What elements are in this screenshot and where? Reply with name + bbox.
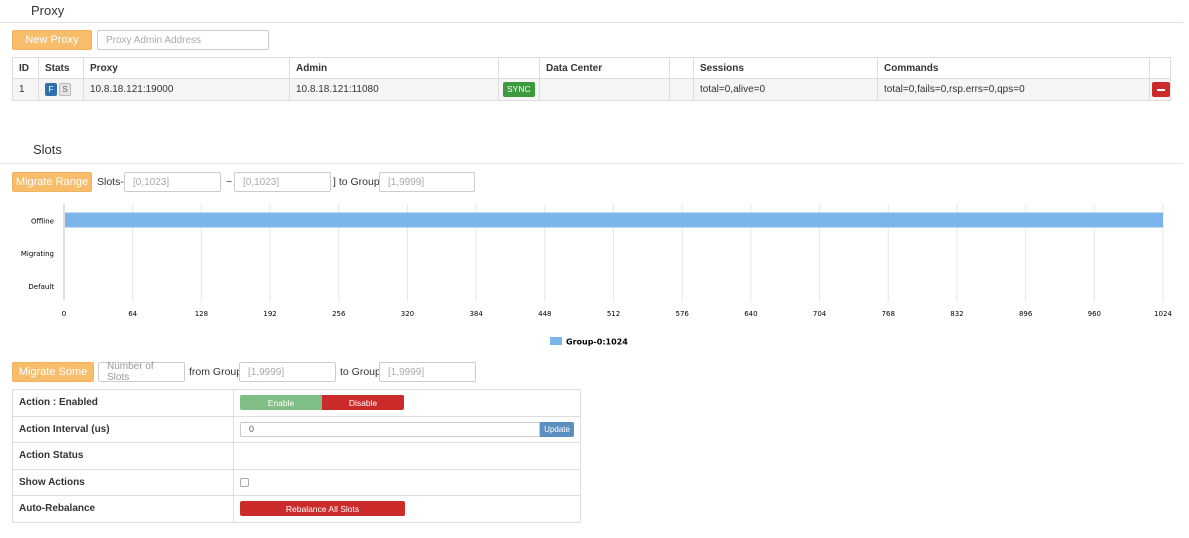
chart-legend[interactable]: Group-0:1024 xyxy=(550,337,628,347)
x-tick-labels: 0 64 128 192 256 320 384 448 512 576 640 704 768 832 8… xyxy=(62,310,1173,318)
stats-f-button[interactable]: F xyxy=(45,83,57,96)
show-actions-controls xyxy=(233,468,581,496)
auto-rebalance-row: Auto-Rebalance Rebalance All Slots xyxy=(12,495,581,523)
legend-label[interactable]: Group-0:1024 xyxy=(566,338,628,347)
number-of-slots-input[interactable]: Number of Slots xyxy=(98,361,185,383)
chart-bars xyxy=(65,212,1163,228)
proxy-admin-address-input[interactable]: Proxy Admin Address xyxy=(97,30,269,50)
col-header-remove xyxy=(1149,57,1171,79)
slots-divider xyxy=(0,163,1183,164)
x-tick-label: 576 xyxy=(676,310,690,318)
show-actions-row: Show Actions xyxy=(12,468,581,496)
from-group-input[interactable]: [1,9999] xyxy=(239,362,336,382)
remove-proxy-button[interactable] xyxy=(1152,82,1170,97)
sync-button[interactable]: SYNC xyxy=(503,82,535,97)
proxy-blank-cell xyxy=(669,78,694,101)
migrate-range-button[interactable]: Migrate Range xyxy=(12,172,92,192)
proxy-sync-cell: SYNC xyxy=(498,78,540,101)
col-header-sessions: Sessions xyxy=(693,57,878,79)
legend-swatch xyxy=(550,337,562,345)
range-start-input[interactable]: [0,1023] xyxy=(124,172,221,192)
migrate-some-button[interactable]: Migrate Some xyxy=(12,362,94,382)
proxy-address-cell: 10.8.18.121:19000 xyxy=(83,78,290,101)
slots-section-title: Slots xyxy=(33,142,62,157)
action-enabled-label: Action : Enabled xyxy=(12,389,234,417)
x-tick-label: 704 xyxy=(813,310,827,318)
proxy-remove-cell xyxy=(1149,78,1171,101)
show-actions-label: Show Actions xyxy=(12,468,234,496)
rebalance-all-slots-button[interactable]: Rebalance All Slots xyxy=(240,501,405,517)
x-tick-label: 192 xyxy=(263,310,276,318)
proxy-divider xyxy=(0,22,1183,23)
migrate-to-group-input[interactable]: [1,9999] xyxy=(379,362,476,382)
proxy-data-center-cell xyxy=(539,78,670,101)
x-tick-label: 0 xyxy=(62,310,66,318)
range-group-input[interactable]: [1,9999] xyxy=(379,172,475,192)
category-label: Migrating xyxy=(21,250,54,258)
action-enabled-row: Action : Enabled Enable Disable xyxy=(12,389,581,417)
x-tick-label: 448 xyxy=(538,310,551,318)
proxy-sessions-cell: total=0,alive=0 xyxy=(693,78,878,101)
col-header-commands: Commands xyxy=(877,57,1150,79)
stats-s-button[interactable]: S xyxy=(59,83,71,96)
new-proxy-button[interactable]: New Proxy xyxy=(12,30,92,50)
slots-chart: Offline Migrating Default 0 64 128 192 256 320 3… xyxy=(21,204,1173,347)
update-button[interactable]: Update xyxy=(540,421,574,437)
proxy-table-row: 1 FS 10.8.18.121:19000 10.8.18.121:11080… xyxy=(12,78,1171,101)
x-tick-label: 64 xyxy=(128,310,137,318)
action-interval-row: Action Interval (us) 0 Update xyxy=(12,415,581,443)
x-tick-label: 256 xyxy=(332,310,346,318)
col-header-sync xyxy=(498,57,540,79)
show-actions-checkbox[interactable] xyxy=(240,477,249,487)
action-interval-controls: 0 Update xyxy=(233,415,581,443)
to-group-label: ] to Group xyxy=(333,176,380,188)
category-labels: Offline Migrating Default xyxy=(21,217,54,290)
actions-table: Action : Enabled Enable Disable Action In… xyxy=(12,389,581,523)
migrate-to-group-label: to Group xyxy=(340,366,381,378)
col-header-data-center: Data Center xyxy=(539,57,670,79)
x-tick-label: 640 xyxy=(744,310,757,318)
range-tilde-label: ~ xyxy=(226,176,233,188)
x-tick-label: 128 xyxy=(195,310,208,318)
category-label: Default xyxy=(28,283,54,291)
x-tick-label: 320 xyxy=(401,310,414,318)
auto-rebalance-controls: Rebalance All Slots xyxy=(233,495,581,523)
proxy-section-title: Proxy xyxy=(31,3,65,18)
col-header-id: ID xyxy=(12,57,39,79)
col-header-admin: Admin xyxy=(289,57,499,79)
x-tick-label: 960 xyxy=(1088,310,1101,318)
bar-offline[interactable] xyxy=(65,212,1163,228)
x-tick-label: 1024 xyxy=(1154,310,1172,318)
enable-button[interactable]: Enable xyxy=(240,395,322,411)
col-header-proxy: Proxy xyxy=(83,57,290,79)
col-header-blank xyxy=(669,57,694,79)
proxy-admin-cell: 10.8.18.121:11080 xyxy=(289,78,499,101)
proxy-table-header: ID Stats Proxy Admin Data Center Session… xyxy=(12,57,1171,79)
action-status-row: Action Status xyxy=(12,442,581,470)
col-header-stats: Stats xyxy=(38,57,84,79)
x-tick-label: 832 xyxy=(950,310,963,318)
x-tick-label: 896 xyxy=(1019,310,1033,318)
auto-rebalance-label: Auto-Rebalance xyxy=(12,495,234,523)
from-group-label: from Group xyxy=(189,366,243,378)
range-end-input[interactable]: [0,1023] xyxy=(234,172,331,192)
proxy-table: ID Stats Proxy Admin Data Center Session… xyxy=(12,57,1171,101)
action-status-value xyxy=(233,442,581,470)
action-interval-input[interactable]: 0 xyxy=(240,421,541,437)
proxy-stats-cell: FS xyxy=(38,78,84,101)
category-label: Offline xyxy=(31,217,54,225)
action-status-label: Action Status xyxy=(12,442,234,470)
action-enabled-controls: Enable Disable xyxy=(233,389,581,417)
proxy-id-cell: 1 xyxy=(12,78,39,101)
x-tick-label: 512 xyxy=(607,310,620,318)
proxy-commands-cell: total=0,fails=0,rsp.errs=0,qps=0 xyxy=(877,78,1150,101)
x-tick-label: 768 xyxy=(882,310,895,318)
disable-button[interactable]: Disable xyxy=(322,395,404,411)
x-tick-label: 384 xyxy=(469,310,483,318)
slots-prefix-label: Slots-[ xyxy=(97,176,127,188)
action-interval-label: Action Interval (us) xyxy=(12,415,234,443)
